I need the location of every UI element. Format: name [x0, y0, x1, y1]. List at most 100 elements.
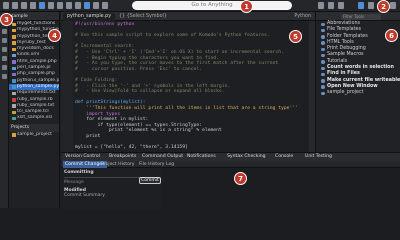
language-selector[interactable]: Python [294, 13, 311, 21]
callout-5: 5 [289, 30, 302, 43]
share-icon[interactable] [338, 2, 344, 9]
toolbox-item-label: Make current file writeable [327, 77, 400, 83]
file-label: ruby_sample.rb [17, 96, 53, 102]
file-icon [12, 91, 16, 96]
committing-label: Committing [64, 170, 94, 175]
file-label: python3_sample.py [17, 77, 59, 83]
symbol-breadcrumb[interactable]: {} {Select Symbol} [119, 13, 167, 21]
tool-icon [321, 35, 325, 39]
tool-icon [321, 28, 325, 33]
file-label: html_sample.php [17, 58, 57, 64]
file-label: myruby_test [17, 39, 46, 45]
bottom-tab[interactable]: Version Control [65, 153, 100, 161]
file-icon [12, 53, 16, 58]
file-icon [12, 41, 16, 45]
open-file-icon[interactable] [30, 2, 36, 9]
commit-panel: Committing Message Modified Commit Summa… [61, 168, 161, 209]
editor-pane: python_sample.py {} {Select Symbol} Pyth… [61, 12, 315, 152]
bottom-pane-toggle-icon[interactable] [368, 2, 374, 9]
callout-1: 1 [240, 0, 253, 13]
bottom-tab[interactable]: Notifications [187, 153, 216, 161]
dom-icon[interactable] [2, 38, 7, 43]
layout-icon[interactable] [84, 2, 90, 9]
file-label: ruby_sample.txt [17, 102, 55, 108]
sidebar-toggle-icon[interactable] [93, 2, 99, 9]
menu-icon[interactable] [3, 2, 9, 9]
bottom-tab[interactable]: Breakpoints [109, 153, 136, 161]
file-icon [12, 60, 16, 64]
vcs-subtab[interactable]: Project History [99, 161, 137, 168]
tool-icon [321, 91, 325, 96]
undo-icon[interactable] [48, 2, 54, 9]
redo-icon[interactable] [57, 2, 63, 9]
bookmark-icon[interactable] [2, 56, 7, 61]
file-icon [12, 28, 16, 33]
file-icon [12, 85, 16, 89]
tool-icon [321, 60, 325, 64]
commit-summary-label: Commit Summary [64, 193, 105, 198]
toolbox-item-label: Find in Files [327, 71, 360, 77]
toolbox-item[interactable]: sample_project [316, 90, 400, 96]
toolbox-toggle-icon[interactable] [358, 2, 364, 9]
bottom-tab[interactable]: Unit Testing [305, 153, 332, 161]
callout-4: 4 [48, 29, 61, 42]
sync-icon[interactable] [318, 2, 324, 9]
file-label: php_sample.php [17, 71, 55, 77]
notifications-icon[interactable] [328, 2, 334, 9]
projects-header[interactable]: Projects [9, 123, 59, 132]
code-icon[interactable] [2, 29, 7, 34]
forward-icon[interactable] [21, 2, 27, 9]
search-icon[interactable] [2, 74, 7, 79]
tool-icon [321, 79, 325, 83]
toolbox-item-label: Abbreviations [327, 21, 360, 26]
panel-toggle-icon[interactable] [102, 2, 108, 9]
commit-button[interactable]: Commit [139, 177, 161, 184]
bottom-tab[interactable]: Syntax Checking [227, 153, 266, 161]
code-line: # cursor position. Press 'Esc' to cancel… [75, 66, 202, 72]
line-gutter[interactable] [61, 21, 73, 152]
go-to-anything-input[interactable]: Go to Anything [132, 1, 292, 10]
file-icon [12, 72, 16, 77]
back-icon[interactable] [12, 2, 18, 9]
vcs-icon[interactable] [2, 65, 7, 70]
toolbox-item-label: Print Debugging [327, 46, 366, 52]
run-icon[interactable] [75, 2, 81, 9]
toolbox-item-label: sample_project [327, 90, 364, 96]
file-label: myvisdom_docs [17, 46, 54, 52]
history-icon[interactable] [2, 47, 7, 52]
code-line: #!/usr/bin/env python [75, 22, 135, 27]
tab-python-sample[interactable]: python_sample.py [63, 13, 116, 21]
debug-icon[interactable] [66, 2, 72, 9]
file-label: myget_functions [17, 21, 56, 26]
vcs-subtab[interactable]: File History [137, 161, 167, 168]
file-icon [12, 47, 16, 52]
file-icon [12, 116, 16, 121]
bottom-tab[interactable]: Console [275, 153, 293, 161]
file-tree-item[interactable]: xslt_sample.xsl [9, 115, 59, 121]
file-icon [12, 98, 16, 102]
file-icon [12, 104, 16, 108]
places-header[interactable]: sample [9, 12, 59, 21]
save-icon[interactable] [39, 2, 45, 9]
file-label: kinds.xml [17, 52, 40, 58]
toolbox-item-label: Tutorials [327, 58, 348, 64]
toolbox-item-label: File Templates [327, 27, 361, 33]
file-icon [12, 66, 16, 71]
tool-icon [321, 66, 325, 71]
vcs-subtabs: Commit Changes Project History File Histor… [61, 161, 400, 168]
top-toolbar: Go to Anything [0, 0, 400, 12]
filter-tools-input[interactable]: Filter Tools [341, 13, 381, 20]
project-label: sample_project [17, 131, 52, 137]
tool-icon [321, 53, 325, 58]
toolbox-header: Filter Tools [316, 12, 400, 21]
bottom-tabs: Version Control Breakpoints Command Output… [61, 153, 400, 161]
code-area[interactable]: #!/usr/bin/env python # Use this sample s… [61, 21, 315, 152]
settings-icon[interactable] [390, 2, 396, 9]
bottom-tab[interactable]: Command Output [142, 153, 183, 161]
file-label: perl_sample.pl [17, 65, 51, 71]
tool-icon [321, 41, 325, 45]
tool-icon [321, 85, 325, 89]
vcs-subtab[interactable]: Log [164, 161, 176, 168]
file-icon [12, 35, 16, 39]
project-item[interactable]: sample_project [9, 132, 59, 138]
